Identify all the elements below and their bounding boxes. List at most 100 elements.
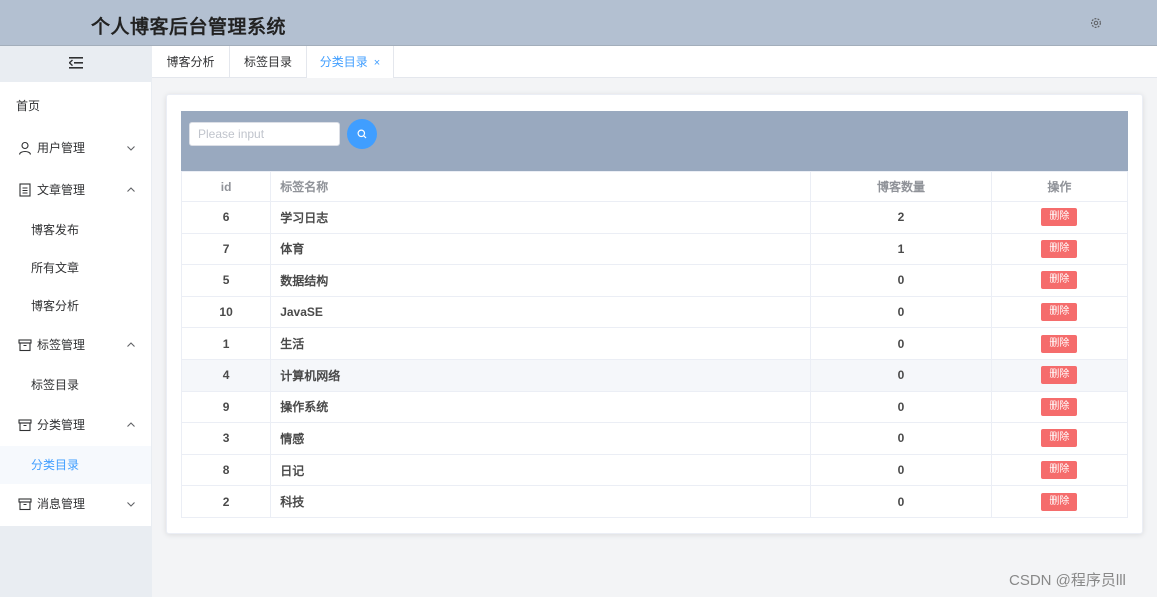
table-row: 5 数据结构 0 删除 [180,264,1129,297]
table-row: 7 体育 1 删除 [180,232,1129,266]
table-row: 2 科技 0 删除 [180,485,1129,518]
delete-button[interactable]: 删除 [1041,334,1078,353]
menu-item-home[interactable]: 首页 [0,86,151,126]
menu-group-tags[interactable]: 标签管理 [0,325,151,365]
table-row: 1 生活 0 删除 [180,327,1129,360]
cell-action: 删除 [990,232,1129,266]
cell-id: 6 [180,201,272,234]
menu-item-category-directory[interactable]: 分类目录 [0,446,151,484]
menu-group-users[interactable]: 用户管理 [0,128,151,168]
box-icon [18,339,32,352]
cell-count: 0 [810,295,992,329]
delete-button[interactable]: 删除 [1041,461,1078,480]
cell-count: 0 [810,453,992,487]
menu-group-messages[interactable]: 消息管理 [0,484,151,524]
cell-id: 1 [180,327,272,360]
menu-item-label: 标签目录 [31,378,80,392]
watermark: CSDN @程序员lll [1009,572,1126,589]
cell-action: 删除 [990,453,1129,487]
cell-name: 学习日志 [270,201,812,234]
delete-button[interactable]: 删除 [1041,303,1078,322]
cell-count: 0 [810,327,992,360]
tab-label: 博客分析 [166,55,215,69]
delete-button[interactable]: 删除 [1041,429,1078,448]
table-body: 6 学习日志 2 删除 7 体育 1 删除 5 数据结构 0 删除 10 JavaSE 0 删除 1 生活 0 删除 4… [180,201,1129,518]
delete-button[interactable]: 删除 [1041,366,1078,385]
menu-group-categories[interactable]: 分类管理 [0,405,151,445]
cell-id: 2 [180,485,272,518]
column-header-action: 操作 [990,171,1129,202]
column-header-name: 标签名称 [270,171,812,202]
tab-blog-analysis[interactable]: 博客分析 [152,46,230,78]
menu-group-label: 分类管理 [37,418,86,432]
tab-category-directory[interactable]: 分类目录 × [307,46,394,78]
cell-name: 情感 [270,422,812,455]
gear-icon[interactable] [1089,16,1103,30]
cell-count: 2 [810,201,992,234]
tab-tag-directory[interactable]: 标签目录 [230,46,307,78]
search-toolbar [181,111,1128,171]
delete-button[interactable]: 删除 [1041,208,1078,227]
menu-item-all-articles[interactable]: 所有文章 [0,249,151,287]
chevron-up-icon [127,342,135,347]
cell-id: 9 [180,390,272,424]
chevron-up-icon [127,187,135,192]
cell-id: 8 [180,453,272,487]
cell-name: 数据结构 [270,264,812,297]
collapse-toggle[interactable] [0,46,152,82]
cell-count: 0 [810,485,992,518]
column-header-id: id [180,171,272,202]
menu-group-label: 标签管理 [37,338,86,352]
cell-action: 删除 [990,390,1129,424]
menu-item-label: 所有文章 [31,261,80,275]
cell-name: 生活 [270,327,812,360]
delete-button[interactable]: 删除 [1041,239,1078,258]
table-row: 3 情感 0 删除 [180,422,1129,455]
menu-group-label: 消息管理 [37,497,86,511]
cell-action: 删除 [990,358,1129,392]
user-icon [18,141,32,155]
cell-name: JavaSE [270,295,812,329]
search-input[interactable] [189,122,340,146]
cell-id: 10 [180,295,272,329]
cell-id: 4 [180,358,272,392]
box-icon [18,498,32,511]
menu-fold-icon[interactable] [69,57,83,69]
cell-name: 体育 [270,232,812,266]
cell-id: 7 [180,232,272,266]
tab-bar: 博客分析 标签目录 分类目录 × [152,46,1157,78]
cell-action: 删除 [990,327,1129,360]
table-header-row: id 标签名称 博客数量 操作 [180,171,1129,202]
cell-count: 1 [810,232,992,266]
document-icon [19,183,31,197]
search-button[interactable] [347,119,377,149]
close-icon[interactable]: × [374,57,380,69]
cell-count: 0 [810,422,992,455]
menu-group-articles[interactable]: 文章管理 [0,170,151,210]
table-row: 8 日记 0 删除 [180,453,1129,487]
menu-item-label: 博客分析 [31,299,80,313]
delete-button[interactable]: 删除 [1041,492,1078,511]
cell-action: 删除 [990,295,1129,329]
delete-button[interactable]: 删除 [1041,397,1078,416]
cell-action: 删除 [990,485,1129,518]
content-card: id 标签名称 博客数量 操作 6学习日志2删除7体育1删除5数据结构0删除10… [166,94,1143,534]
chevron-down-icon [127,146,135,151]
chevron-up-icon [127,422,135,427]
cell-name: 科技 [270,485,812,518]
menu-item-tag-directory[interactable]: 标签目录 [0,366,151,404]
category-table: id 标签名称 博客数量 操作 6 学习日志 2 删除 7 体育 1 删除 5 数据结构 0 删除 10… [180,171,1129,518]
cell-name: 操作系统 [270,390,812,424]
menu-item-label: 博客发布 [31,223,80,237]
cell-action: 删除 [990,264,1129,297]
menu-item-blog-publish[interactable]: 博客发布 [0,211,151,249]
tab-label: 标签目录 [243,55,292,69]
cell-count: 0 [810,264,992,297]
cell-id: 5 [180,264,272,297]
app-title: 个人博客后台管理系统 [91,17,287,38]
delete-button[interactable]: 删除 [1041,271,1078,290]
menu-item-blog-analysis[interactable]: 博客分析 [0,287,151,325]
table-row: 10 JavaSE 0 删除 [180,295,1129,329]
search-icon [357,129,367,139]
cell-id: 3 [180,422,272,455]
